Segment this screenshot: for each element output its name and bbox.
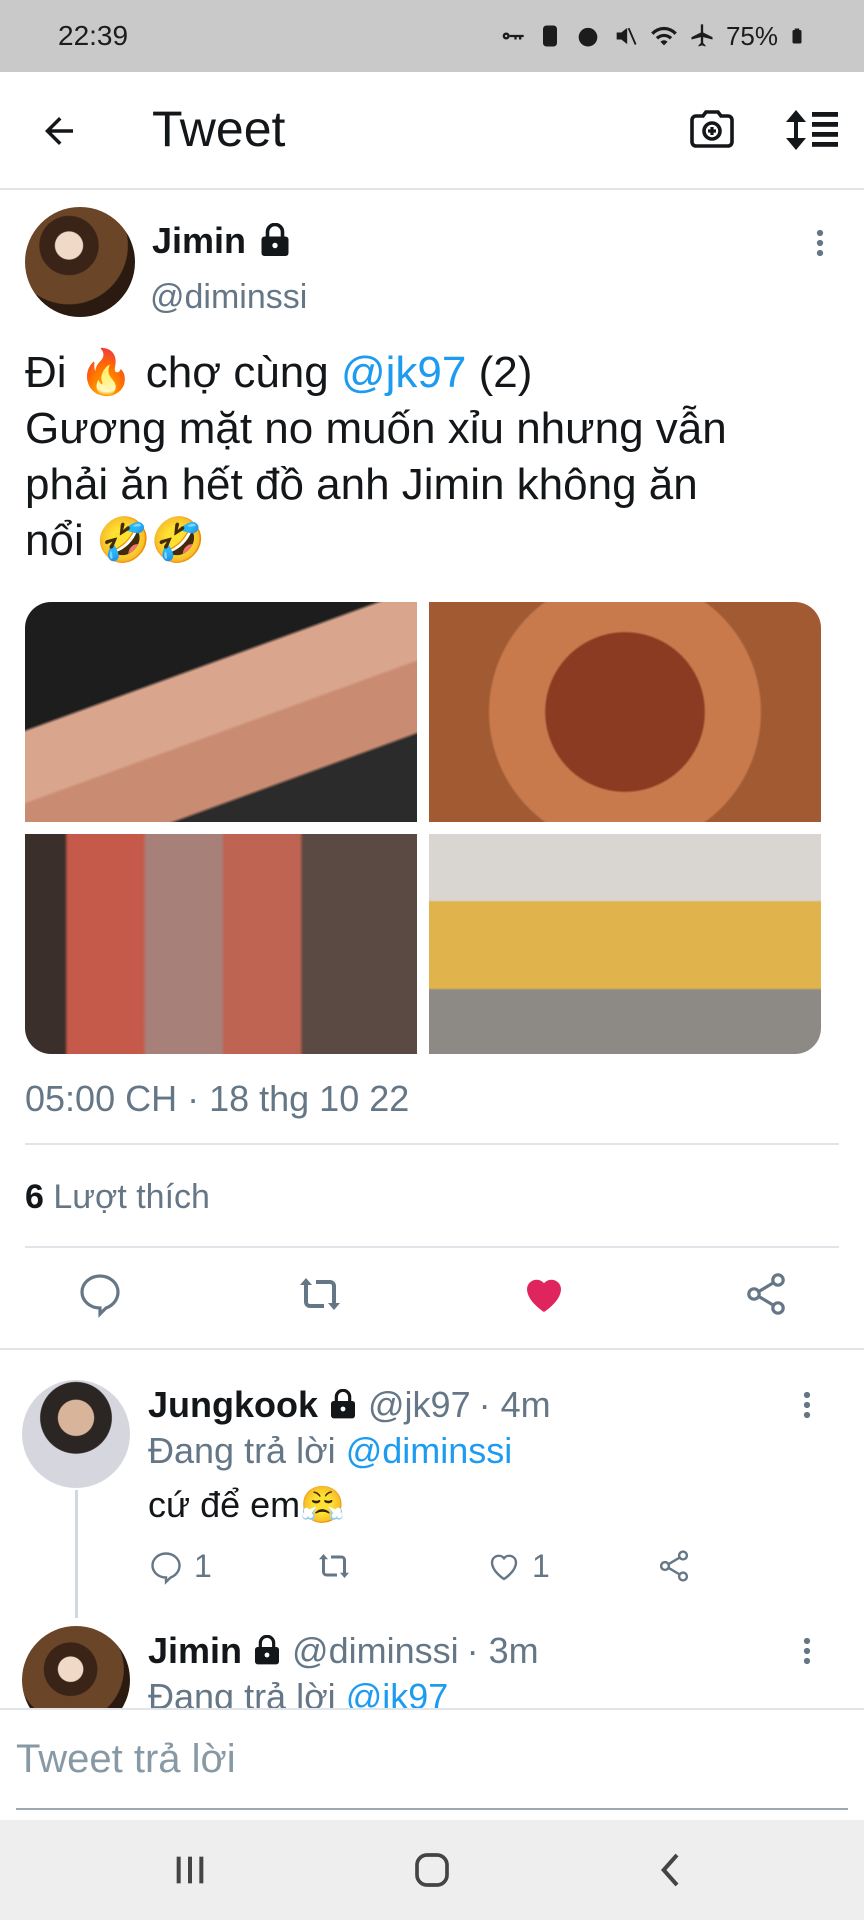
tweet-text-part: Đi 🔥 chợ cùng [25, 348, 341, 397]
likes-count-row[interactable]: 6 Lượt thích [25, 1178, 210, 1217]
reply-author-name[interactable]: Jungkook [148, 1384, 318, 1426]
reply-avatar[interactable] [22, 1380, 130, 1488]
divider [25, 1246, 839, 1248]
reply-header: Jimin @diminssi · 3m [148, 1630, 539, 1672]
reply-text: cứ để em😤 [148, 1484, 345, 1525]
camera-icon[interactable] [688, 106, 736, 154]
reply-icon[interactable] [76, 1270, 124, 1318]
airplane-icon [691, 24, 713, 47]
tweet-text-part: (2) [466, 348, 533, 397]
recycle-icon [542, 25, 557, 47]
reply-like-button[interactable]: 1 [486, 1548, 550, 1585]
battery-icon [792, 28, 802, 44]
media-grid [25, 602, 821, 1054]
heart-icon[interactable] [520, 1270, 568, 1318]
lock-icon [331, 1389, 356, 1419]
divider [25, 1143, 839, 1145]
recent-apps-icon[interactable] [170, 1850, 210, 1890]
status-time: 22:39 [58, 20, 129, 51]
divider [0, 1348, 864, 1350]
mention-link[interactable]: @jk97 [341, 348, 466, 397]
reply-actions: 1 1 [148, 1548, 708, 1592]
heart-outline-icon [490, 1554, 518, 1580]
mute-icon [616, 27, 637, 45]
author-avatar[interactable] [25, 207, 135, 317]
tweet-line-2: Gương mặt no muốn xỉu nhưng vẫn [25, 404, 727, 453]
retweet-icon [319, 1554, 349, 1578]
share-icon[interactable] [742, 1270, 790, 1318]
tweet-line-3: phải ăn hết đồ anh Jimin không ăn [25, 460, 698, 509]
system-nav-bar [0, 1820, 864, 1920]
tweet-line-1: Đi 🔥 chợ cùng @jk97 (2) [25, 345, 825, 401]
back-arrow-icon[interactable] [38, 110, 80, 152]
replying-to-label: Đang trả lời [148, 1430, 336, 1471]
likes-label: Lượt thích [53, 1178, 210, 1216]
thread-line [75, 1490, 78, 1618]
wifi-icon [651, 26, 677, 46]
reply-author-handle: @jk97 [368, 1384, 471, 1425]
home-icon[interactable] [412, 1850, 452, 1890]
status-bar: 22:39 75% [0, 0, 864, 72]
reply-input[interactable] [16, 1724, 846, 1794]
reply-reply-button[interactable]: 1 [148, 1548, 212, 1585]
more-icon[interactable] [812, 228, 828, 258]
reply-time: · 3m [466, 1630, 539, 1671]
app-header: Tweet [0, 72, 864, 190]
author-name: Jimin [152, 220, 247, 261]
reply-count: 1 [194, 1548, 212, 1584]
reply-time: · 4m [478, 1384, 551, 1425]
reply-share-button[interactable] [656, 1548, 692, 1584]
media-photo-portrait[interactable] [25, 602, 417, 822]
media-photo-grilled-squid[interactable] [25, 834, 417, 1054]
share-icon [659, 1550, 689, 1582]
tweet-actions [0, 1270, 864, 1328]
media-photo-okonomiyaki[interactable] [429, 602, 821, 822]
reply-icon [151, 1551, 181, 1585]
more-icon[interactable] [800, 1390, 814, 1420]
tweet-line-4: nổi 🤣🤣 [25, 516, 206, 565]
likes-count: 6 [25, 1178, 44, 1216]
like-count: 1 [532, 1548, 550, 1584]
media-photo-corn[interactable] [429, 834, 821, 1054]
lock-icon [255, 1635, 280, 1665]
tweet-timestamp: 05:00 CH · 18 thg 10 22 [25, 1078, 410, 1119]
reply-composer [0, 1708, 864, 1810]
lock-icon [261, 223, 289, 256]
author-name-row[interactable]: Jimin [152, 220, 294, 262]
battery-percent: 75% [725, 20, 778, 51]
retweet-icon[interactable] [296, 1270, 344, 1318]
status-icons: 75% [498, 21, 806, 52]
more-icon[interactable] [800, 1636, 814, 1666]
tweet-text: Đi 🔥 chợ cùng @jk97 (2) Gương mặt no muố… [25, 345, 825, 569]
key-icon [502, 32, 524, 40]
reply-author-handle: @diminssi [292, 1630, 459, 1671]
replying-to-mention[interactable]: @diminssi [346, 1430, 513, 1471]
reply-input-underline [16, 1808, 848, 1810]
sort-icon[interactable] [784, 106, 840, 154]
replying-to: Đang trả lời @diminssi [148, 1430, 512, 1472]
back-nav-icon[interactable] [652, 1850, 692, 1890]
reply-retweet-button[interactable] [316, 1548, 352, 1584]
reply-author-name[interactable]: Jimin [148, 1630, 242, 1672]
reply-header: Jungkook @jk97 · 4m [148, 1384, 551, 1426]
page-title: Tweet [152, 101, 286, 157]
author-handle: @diminssi [150, 278, 308, 316]
alarm-icon [578, 27, 598, 47]
